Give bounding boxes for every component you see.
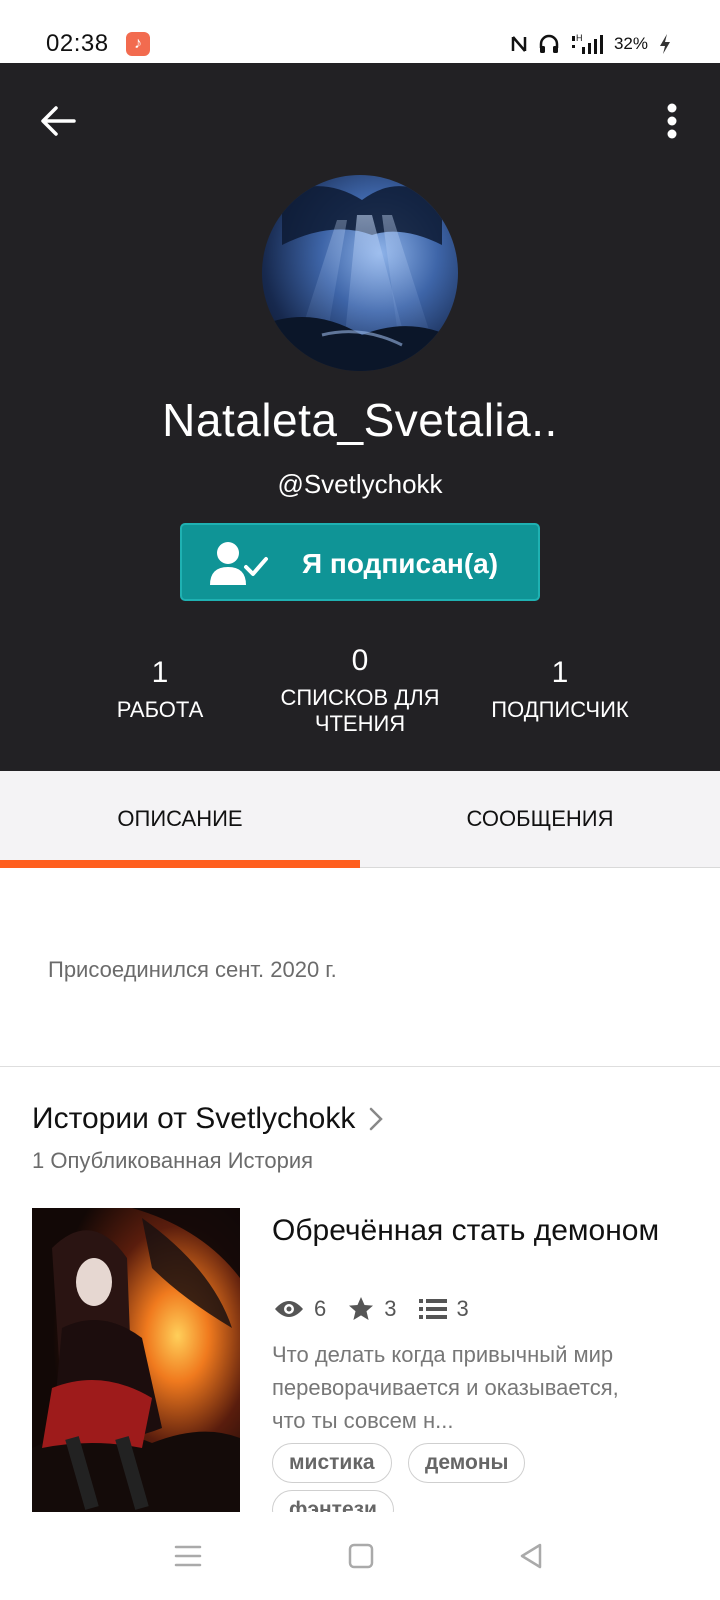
stories-count: 1 Опубликованная История: [32, 1148, 314, 1173]
stat-followers-label: ПОДПИСЧИК: [491, 697, 629, 722]
following-button-label: Я подписан(а): [302, 548, 499, 579]
back-button[interactable]: [36, 99, 80, 143]
nfc-icon: [510, 34, 528, 54]
tag-demons[interactable]: демоны: [408, 1443, 526, 1483]
story-title[interactable]: Обречённая стать демоном: [272, 1210, 672, 1252]
list-icon: [418, 1299, 447, 1319]
stat-followers-value: 1: [551, 656, 569, 689]
svg-text:H: H: [576, 33, 583, 43]
active-tab-indicator: [0, 860, 360, 868]
headphones-icon: [538, 34, 560, 54]
status-time: 02:38: [46, 30, 109, 57]
stat-reading-lists[interactable]: 0 СПИСКОВ ДЛЯ ЧТЕНИЯ: [250, 643, 470, 737]
system-navigation-bar: [0, 1512, 720, 1600]
stat-works-value: 1: [151, 656, 169, 689]
stat-followers[interactable]: 1 ПОДПИСЧИК: [450, 655, 670, 723]
user-check-icon: [208, 539, 270, 592]
votes-count: 3: [384, 1296, 397, 1321]
battery-level: 32%: [613, 34, 648, 53]
app-root: 02:38 ♪ H 32% Nataleta_Svetalia.. @Svetl…: [0, 0, 720, 1600]
stories-title: Истории от Svetlychokk: [32, 1102, 356, 1135]
votes-stat: 3: [348, 1296, 397, 1322]
parts-stat: 3: [418, 1296, 469, 1322]
reads-count: 6: [314, 1296, 327, 1321]
story-cover-image[interactable]: [32, 1208, 240, 1512]
stat-reading-lists-label: СПИСКОВ ДЛЯ ЧТЕНИЯ: [280, 685, 440, 736]
arrow-left-icon: [41, 106, 76, 136]
more-options-button[interactable]: [650, 99, 694, 143]
signal-icon: H: [570, 33, 604, 55]
chevron-right-icon: [370, 1107, 384, 1131]
section-divider: [0, 1066, 720, 1067]
status-icons: H 32%: [510, 30, 672, 58]
battery-charging-icon: [658, 33, 672, 55]
status-bar: 02:38 ♪ H 32%: [0, 0, 720, 63]
profile-handle: @Svetlychokk: [277, 469, 443, 499]
music-note-icon: ♪: [126, 32, 150, 56]
stat-works-label: РАБОТА: [116, 697, 204, 722]
parts-count: 3: [456, 1296, 469, 1321]
star-icon: [349, 1297, 374, 1320]
joined-date: Присоединился сент. 2020 г.: [48, 957, 337, 982]
tab-messages[interactable]: СООБЩЕНИЯ: [360, 771, 720, 867]
stat-reading-lists-value: 0: [351, 644, 369, 677]
home-square-icon[interactable]: [348, 1543, 374, 1569]
profile-tabs: ОПИСАНИЕ СООБЩЕНИЯ: [0, 771, 720, 868]
eye-icon: [275, 1301, 303, 1317]
back-triangle-icon[interactable]: [518, 1542, 544, 1570]
stories-section-header[interactable]: Истории от Svetlychokk: [32, 1102, 384, 1136]
tag-mystic[interactable]: мистика: [272, 1443, 392, 1483]
more-vertical-icon: [667, 103, 677, 139]
stat-works[interactable]: 1 РАБОТА: [50, 655, 270, 723]
menu-icon[interactable]: [174, 1544, 202, 1568]
following-button[interactable]: Я подписан(а): [180, 523, 540, 601]
avatar[interactable]: [262, 175, 458, 371]
reads-stat: 6: [274, 1296, 326, 1322]
profile-display-name: Nataleta_Svetalia..: [162, 394, 558, 446]
story-stats: 6 3 3: [274, 1296, 479, 1322]
story-description: Что делать когда привычный мир переворач…: [272, 1342, 619, 1433]
profile-header: Nataleta_Svetalia.. @Svetlychokk Я подпи…: [0, 63, 720, 771]
tab-about[interactable]: ОПИСАНИЕ: [0, 771, 360, 867]
